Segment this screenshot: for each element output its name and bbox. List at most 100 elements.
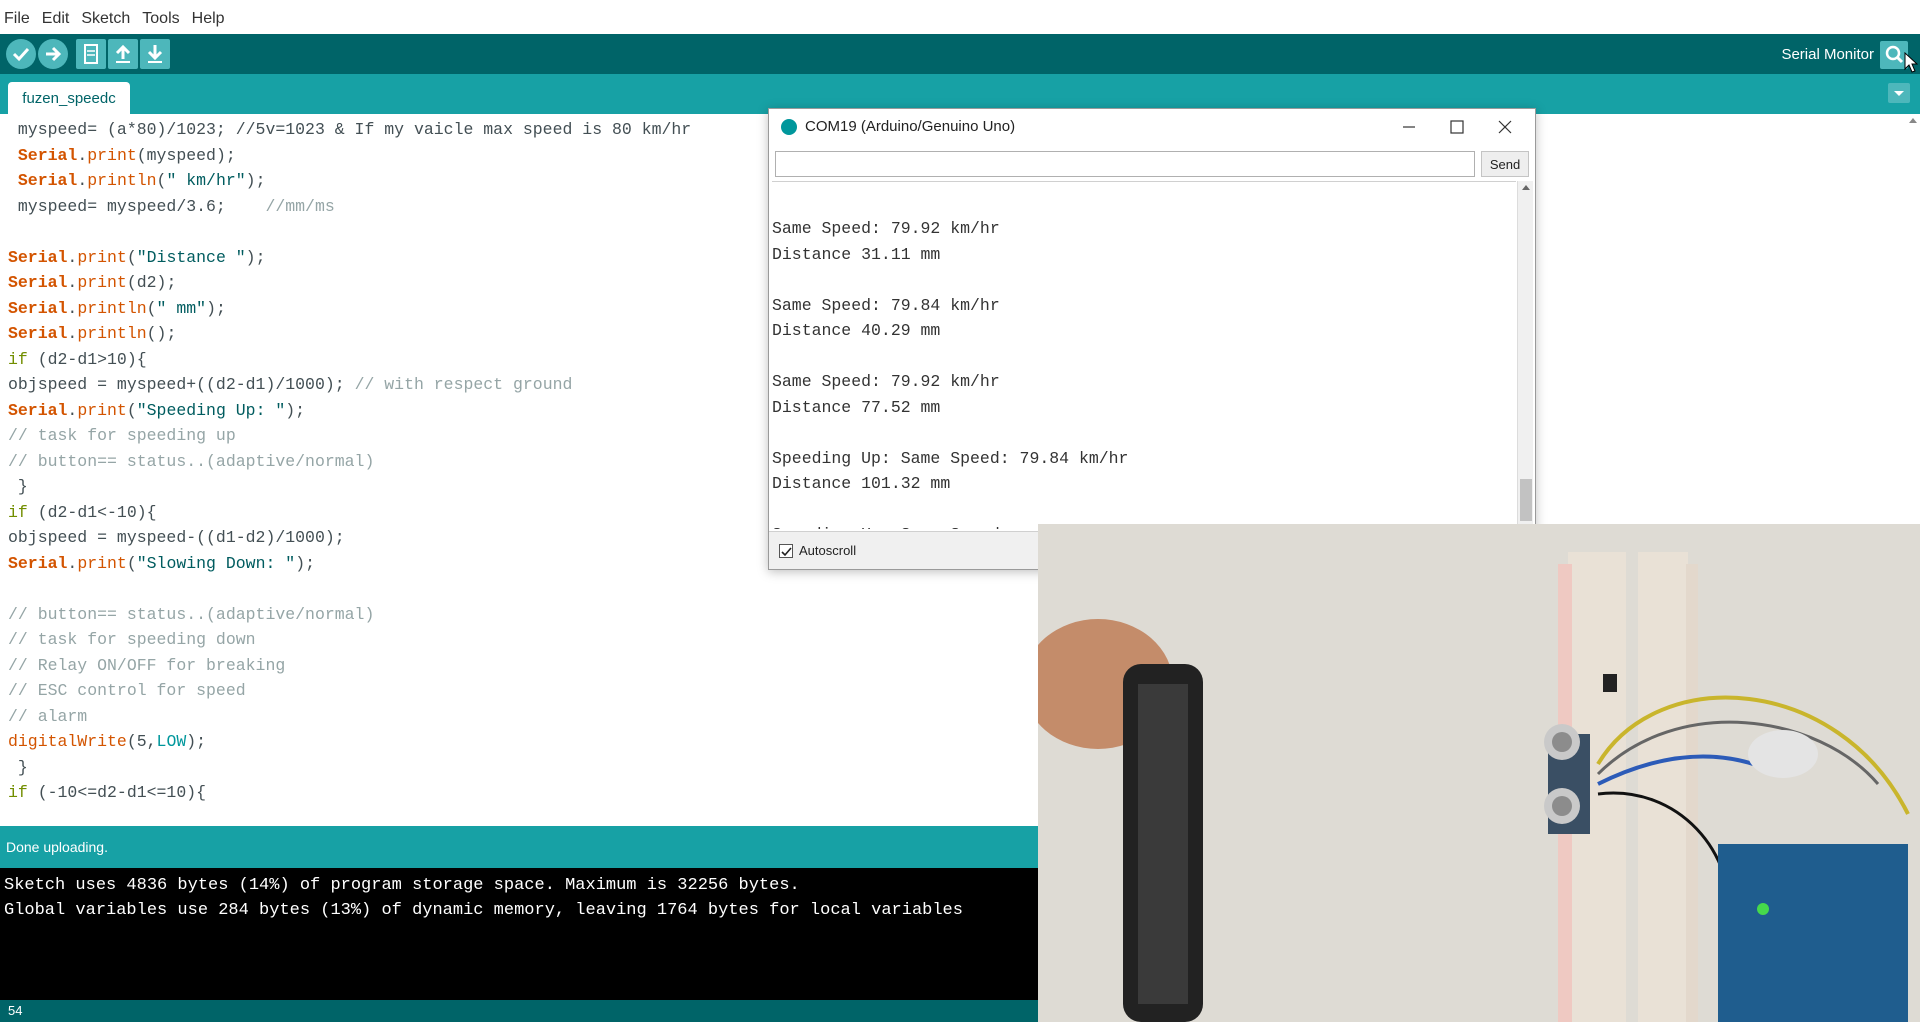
code-token: Serial <box>8 273 68 292</box>
menu-file[interactable]: File <box>4 6 30 28</box>
send-button[interactable]: Send <box>1481 151 1529 177</box>
menu-sketch[interactable]: Sketch <box>81 6 130 28</box>
code-token: println <box>87 171 157 190</box>
code-token: LOW <box>156 732 187 751</box>
code-token: . <box>67 324 78 343</box>
code-token: myspeed= myspeed/3.6; <box>8 196 266 216</box>
code-token: ); <box>206 298 226 318</box>
code-token: (5, <box>126 732 157 751</box>
menu-edit[interactable]: Edit <box>42 6 70 28</box>
minimize-button[interactable] <box>1389 115 1429 139</box>
console-line: Global variables use 284 bytes (13%) of … <box>4 901 963 920</box>
code-line: // task for speeding up <box>8 423 236 448</box>
code-line: // alarm <box>8 704 87 729</box>
code-token: print <box>77 273 127 292</box>
code-line: Serial.println(" km/hr"); <box>8 168 266 193</box>
mouse-cursor-icon <box>1904 52 1918 73</box>
code-token: ); <box>245 247 266 267</box>
code-token: // Relay ON/OFF for breaking <box>8 655 286 675</box>
status-message: Done uploading. <box>6 839 108 855</box>
code-token: // button== status..(adaptive/normal) <box>8 451 375 471</box>
code-token: Serial <box>17 171 78 190</box>
code-token: Serial <box>8 553 68 573</box>
maximize-button[interactable] <box>1437 115 1477 139</box>
serial-output: Distance 31.11 mm Same Speed: 79.92 km/hr… <box>772 181 1516 529</box>
code-line: objspeed = myspeed-((d1-d2)/1000); <box>8 525 345 550</box>
code-token: ); <box>245 171 266 190</box>
autoscroll-checkbox[interactable] <box>779 544 793 558</box>
code-token: (d2-d1>10){ <box>27 349 147 369</box>
code-token: . <box>77 145 88 165</box>
serial-output-line: Distance 31.11 mm <box>772 182 940 187</box>
code-token: . <box>67 400 78 420</box>
serial-monitor-label: Serial Monitor <box>1781 46 1874 63</box>
code-token: (d2-d1<-10){ <box>27 502 157 522</box>
code-token: myspeed= (a*80)/1023; //5v=1023 & If my … <box>8 120 692 139</box>
code-line: Serial.print(d2); <box>8 270 176 295</box>
serial-input-field[interactable] <box>775 151 1475 177</box>
scroll-up-icon <box>1522 185 1530 190</box>
code-token: objspeed = myspeed-((d1-d2)/1000); <box>8 528 345 547</box>
arduino-icon <box>781 119 797 135</box>
code-line: // Relay ON/OFF for breaking <box>8 653 285 678</box>
code-token: (-10<=d2-d1<=10){ <box>27 783 207 802</box>
code-token: Serial <box>8 298 68 318</box>
code-token: } <box>8 757 28 777</box>
code-token: . <box>77 171 88 190</box>
code-token: Serial <box>8 400 68 420</box>
code-line: // button== status..(adaptive/normal) <box>8 602 374 627</box>
code-token: if <box>8 349 28 369</box>
code-token: if <box>8 783 28 802</box>
code-token: ); <box>295 553 315 573</box>
serial-monitor-titlebar[interactable]: COM19 (Arduino/Genuino Uno) <box>769 109 1535 143</box>
code-token: ); <box>285 400 306 420</box>
code-token: " mm" <box>156 298 207 318</box>
scroll-thumb[interactable] <box>1520 479 1532 521</box>
serial-output-line: Speeding Up: Same Speed: <box>772 525 1010 529</box>
webcam-photo <box>1038 524 1920 1022</box>
code-token: "Slowing Down: " <box>136 553 296 573</box>
menu-tools[interactable]: Tools <box>142 6 179 28</box>
code-line: if (d2-d1>10){ <box>8 347 147 372</box>
code-token: Serial <box>8 247 68 267</box>
open-button[interactable] <box>108 39 138 69</box>
webcam-overlay <box>1038 524 1920 1022</box>
code-line: Serial.print(myspeed); <box>8 143 236 168</box>
close-button[interactable] <box>1485 115 1525 139</box>
code-token: print <box>87 145 137 165</box>
maximize-icon <box>1450 120 1464 134</box>
code-token: "Speeding Up: " <box>136 400 286 420</box>
new-button[interactable] <box>76 39 106 69</box>
verify-button[interactable] <box>6 39 36 69</box>
menu-help[interactable]: Help <box>192 6 225 28</box>
autoscroll-label: Autoscroll <box>799 543 857 558</box>
new-file-icon <box>84 44 98 64</box>
code-line: if (-10<=d2-d1<=10){ <box>8 780 206 805</box>
code-token: ); <box>186 732 207 751</box>
serial-output-line: Same Speed: 79.92 km/hr <box>772 219 1000 238</box>
serial-output-line: Same Speed: 79.84 km/hr <box>772 295 1000 315</box>
code-token: digitalWrite <box>8 732 127 751</box>
code-token: . <box>67 553 78 573</box>
console-line: Sketch uses 4836 bytes (14%) of program … <box>4 876 800 895</box>
code-token: (); <box>146 324 177 343</box>
code-line: Serial.print("Distance "); <box>8 245 265 270</box>
code-token: " km/hr" <box>166 171 246 190</box>
tab-menu-button[interactable] <box>1888 83 1910 103</box>
upload-button[interactable] <box>38 39 68 69</box>
code-token: // alarm <box>8 706 88 726</box>
check-icon <box>12 47 30 62</box>
serial-scrollbar[interactable] <box>1517 181 1533 529</box>
code-token: println <box>77 298 147 318</box>
toolbar: Serial Monitor <box>0 34 1920 74</box>
serial-output-line: Distance 40.29 mm <box>772 321 941 340</box>
save-button[interactable] <box>140 39 170 69</box>
code-token: "Distance " <box>136 247 246 267</box>
code-token: println <box>77 324 147 343</box>
tab-sketch[interactable]: fuzen_speedc <box>8 82 130 114</box>
code-token: // task for speeding down <box>8 630 256 649</box>
minimize-icon <box>1403 126 1415 128</box>
code-token: //mm/ms <box>265 196 335 216</box>
